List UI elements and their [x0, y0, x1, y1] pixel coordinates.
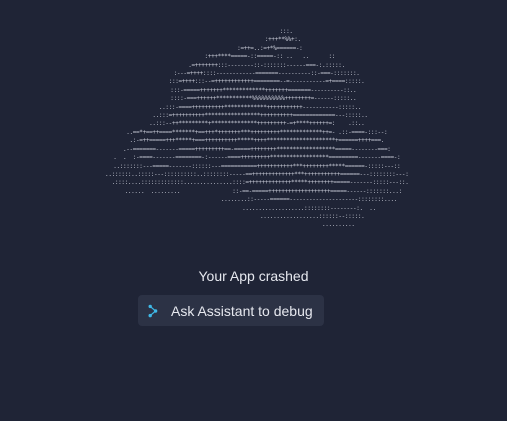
ask-assistant-debug-button[interactable]: Ask Assistant to debug [138, 295, 324, 326]
assistant-icon [148, 304, 158, 318]
crash-ascii-art: :::. :+++**%%+:. :=++=..:=+*%======-: :+… [105, 28, 409, 229]
ask-assistant-debug-label: Ask Assistant to debug [171, 302, 313, 319]
crash-screen: :::. :+++**%%+:. :=++=..:=+*%======-: :+… [0, 0, 507, 421]
crash-message: Your App crashed [198, 268, 309, 284]
